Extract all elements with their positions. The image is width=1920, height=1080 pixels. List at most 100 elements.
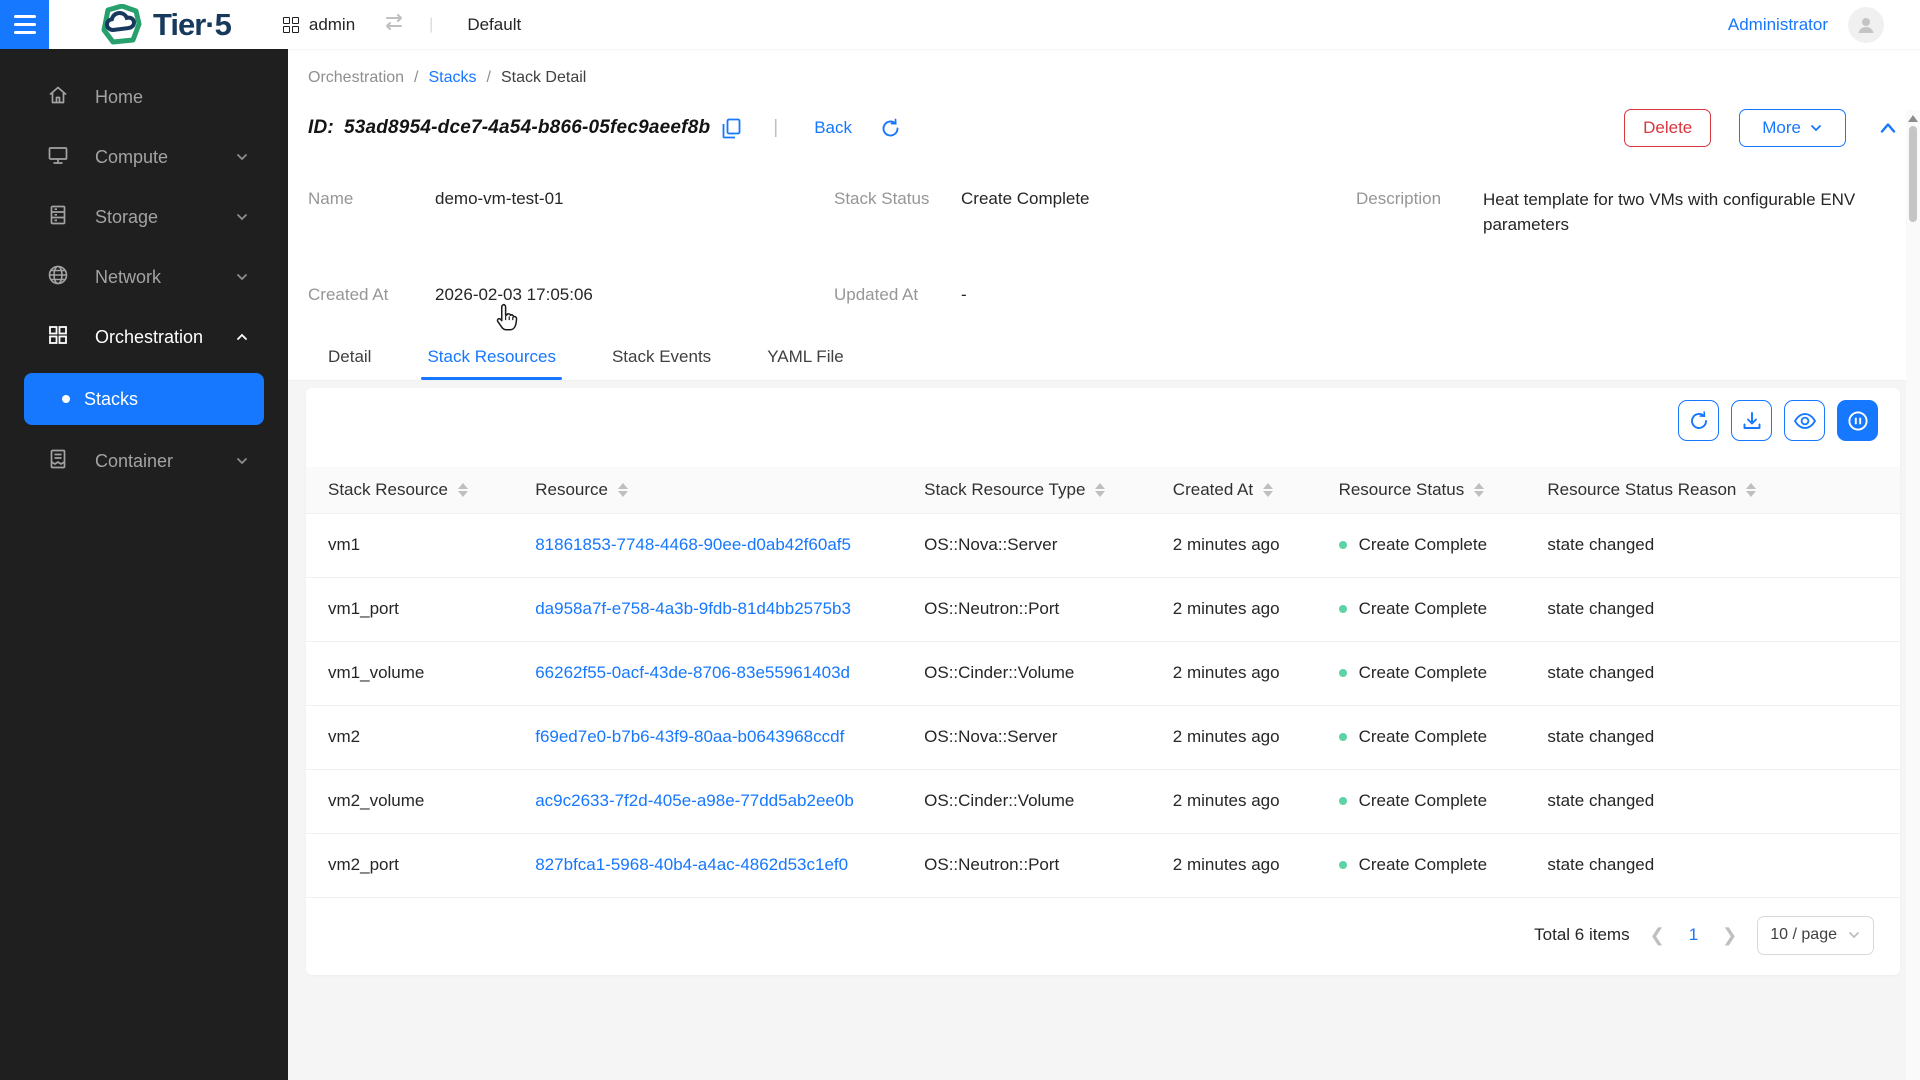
region-name[interactable]: Default: [467, 15, 521, 35]
col-header-stack-resource[interactable]: Stack Resource: [306, 467, 514, 514]
cell-status: Create Complete: [1358, 535, 1488, 554]
prev-page-button[interactable]: ❮: [1648, 925, 1667, 946]
refresh-icon: [1690, 410, 1707, 429]
cell-type: OS::Cinder::Volume: [902, 641, 1151, 706]
cell-stack-resource: vm2: [306, 705, 514, 770]
sidebar-item-label: Compute: [95, 146, 169, 167]
sidebar-item-compute[interactable]: Compute: [0, 133, 288, 181]
table-row: vm1 81861853-7748-4468-90ee-d0ab42f60af5…: [306, 513, 1900, 578]
name-value: demo-vm-test-01: [435, 189, 564, 208]
detail-fields: Name demo-vm-test-01 Stack Status Create…: [308, 187, 1898, 307]
sidebar-item-stacks[interactable]: Stacks: [24, 373, 264, 425]
chevron-down-icon: [234, 209, 250, 225]
cell-status: Create Complete: [1358, 727, 1488, 746]
col-header-status-reason[interactable]: Resource Status Reason: [1525, 467, 1900, 514]
container-icon: [47, 448, 69, 475]
cell-stack-resource: vm1_port: [306, 577, 514, 642]
id-row: ID: 53ad8954-dce7-4a54-b866-05fec9aeef8b…: [308, 109, 1898, 147]
refresh-icon[interactable]: [880, 118, 901, 139]
scrollbar-up-arrow[interactable]: [1908, 115, 1918, 122]
breadcrumb-stack-detail: Stack Detail: [500, 69, 587, 86]
sidebar-item-label: Orchestration: [95, 326, 204, 347]
sort-icon: [1263, 482, 1274, 497]
breadcrumb-orchestration[interactable]: Orchestration: [308, 69, 404, 87]
top-header: Tier·5 admin | Default Administrator: [0, 0, 1920, 49]
cell-status: Create Complete: [1358, 855, 1488, 874]
refresh-table-button[interactable]: [1678, 400, 1719, 441]
delete-button[interactable]: Delete: [1624, 109, 1712, 147]
breadcrumb-stacks[interactable]: Stacks: [429, 69, 477, 87]
tab-detail[interactable]: Detail: [322, 337, 377, 380]
project-name: admin: [308, 14, 356, 34]
cell-created-at: 2 minutes ago: [1150, 833, 1317, 898]
home-icon: [47, 84, 69, 111]
sidebar-item-storage[interactable]: Storage: [0, 193, 288, 241]
sort-icon: [617, 482, 628, 497]
avatar[interactable]: [1848, 6, 1884, 43]
chevron-down-icon: [1849, 932, 1859, 939]
table-row: vm2 f69ed7e0-b7b6-43f9-80aa-b0643968ccdf…: [306, 705, 1900, 770]
chevron-down-icon: [234, 269, 250, 285]
page-scrollbar[interactable]: [1906, 110, 1920, 1080]
cell-created-at: 2 minutes ago: [1150, 641, 1317, 706]
back-link[interactable]: Back: [814, 118, 852, 138]
stack-resources-table: Stack Resource Resource Stack Resource T…: [306, 467, 1900, 898]
resource-link[interactable]: da958a7f-e758-4a3b-9fdb-81d4bb2575b3: [535, 599, 851, 618]
name-label: Name: [308, 189, 354, 208]
more-button[interactable]: More: [1739, 109, 1846, 147]
scrollbar-thumb[interactable]: [1909, 126, 1917, 222]
hamburger-menu-button[interactable]: [0, 0, 49, 49]
eye-icon: [1793, 412, 1816, 429]
created-at-value: 2026-02-03 17:05:06: [435, 285, 593, 304]
breadcrumb-separator: /: [486, 69, 491, 86]
sidebar-item-label: Network: [95, 266, 162, 287]
chevron-down-icon: [234, 453, 250, 469]
resource-link[interactable]: ac9c2633-7f2d-405e-a98e-77dd5ab2ee0b: [535, 791, 854, 810]
switch-project-icon[interactable]: [383, 12, 405, 37]
bullet-icon: [62, 395, 70, 403]
tab-stack-events[interactable]: Stack Events: [606, 337, 717, 380]
download-button[interactable]: [1731, 400, 1772, 441]
project-switcher[interactable]: admin: [282, 14, 356, 35]
cell-stack-resource: vm2_volume: [306, 769, 514, 834]
stack-status-value: Create Complete: [961, 189, 1090, 208]
cell-created-at: 2 minutes ago: [1150, 705, 1317, 770]
sidebar-item-label: Home: [95, 86, 144, 107]
col-header-resource[interactable]: Resource: [513, 467, 903, 514]
col-header-created-at[interactable]: Created At: [1150, 467, 1317, 514]
tab-stack-resources[interactable]: Stack Resources: [421, 337, 562, 380]
main-content: Orchestration / Stacks / Stack Detail ID…: [288, 49, 1920, 1080]
resource-link[interactable]: 827bfca1-5968-40b4-a4ac-4862d53c1ef0: [535, 855, 848, 874]
next-page-button[interactable]: ❯: [1720, 925, 1739, 946]
resource-link[interactable]: f69ed7e0-b7b6-43f9-80aa-b0643968ccdf: [535, 727, 844, 746]
tab-yaml-file[interactable]: YAML File: [761, 337, 850, 380]
cell-status-reason: state changed: [1525, 705, 1900, 770]
auto-refresh-pause-button[interactable]: [1837, 400, 1878, 441]
page-size-select[interactable]: 10 / page: [1757, 915, 1874, 955]
stack-status-label: Stack Status: [834, 189, 930, 208]
download-icon: [1743, 411, 1760, 429]
user-role-link[interactable]: Administrator: [1728, 15, 1828, 35]
columns-visibility-button[interactable]: [1784, 400, 1825, 441]
sidebar-item-home[interactable]: Home: [0, 73, 288, 121]
id-label: ID:: [308, 117, 334, 138]
current-page[interactable]: 1: [1685, 925, 1702, 945]
col-header-type[interactable]: Stack Resource Type: [902, 467, 1151, 514]
col-header-status[interactable]: Resource Status: [1316, 467, 1526, 514]
sidebar-item-network[interactable]: Network: [0, 253, 288, 301]
table-row: vm1_volume 66262f55-0acf-43de-8706-83e55…: [306, 641, 1900, 706]
resource-link[interactable]: 81861853-7748-4468-90ee-d0ab42f60af5: [535, 535, 851, 554]
sidebar-item-container[interactable]: Container: [0, 437, 288, 485]
status-dot: [1338, 541, 1347, 549]
copy-icon[interactable]: [722, 118, 741, 139]
cell-stack-resource: vm2_port: [306, 833, 514, 898]
cell-status-reason: state changed: [1525, 769, 1900, 834]
description-value: Heat template for two VMs with configura…: [1483, 190, 1856, 234]
sidebar-item-label: Storage: [95, 206, 159, 227]
updated-at-label: Updated At: [834, 285, 919, 304]
sidebar-item-orchestration[interactable]: Orchestration: [0, 313, 288, 361]
resource-link[interactable]: 66262f55-0acf-43de-8706-83e55961403d: [535, 663, 850, 682]
topbar-divider: |: [429, 15, 434, 33]
collapse-header-icon[interactable]: [1878, 118, 1898, 138]
cell-created-at: 2 minutes ago: [1150, 769, 1317, 834]
